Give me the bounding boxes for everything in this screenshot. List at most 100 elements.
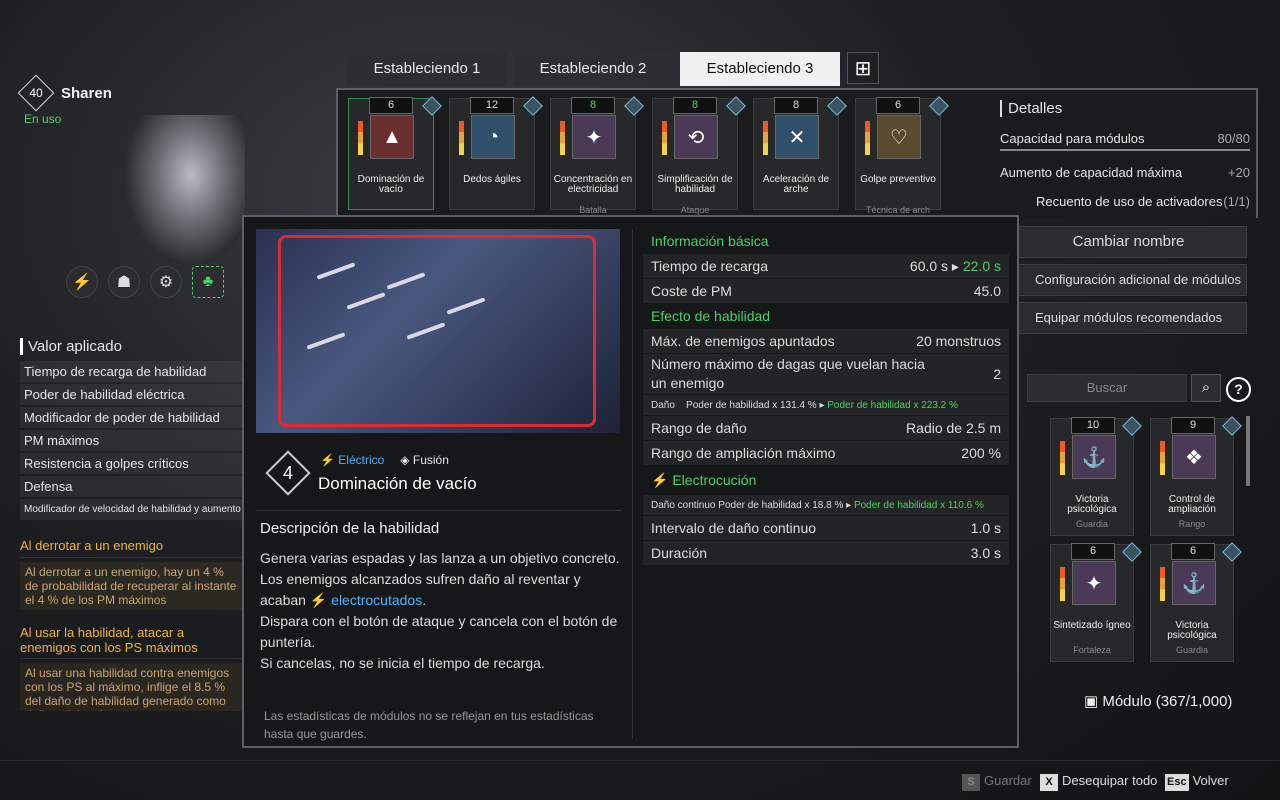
search-icon[interactable]: ⌕ xyxy=(1191,374,1221,402)
save-button[interactable]: S Guardar xyxy=(962,773,1032,791)
capacity-label: Capacidad para módulos xyxy=(1000,131,1145,146)
tier-bar xyxy=(560,121,565,155)
save-note: Las estadísticas de módulos no se reflej… xyxy=(264,709,594,741)
help-icon[interactable]: ? xyxy=(1226,377,1251,402)
type-tag: ◈ Fusión xyxy=(400,453,449,467)
module-cost: 6 xyxy=(876,97,920,114)
inventory-module-card[interactable]: 6 ✦ Sintetizado ígneo Fortaleza xyxy=(1050,542,1142,662)
desc-line: Genera varias espadas y las lanza a un o… xyxy=(260,550,620,566)
module-category: Guardia xyxy=(1175,645,1209,655)
stat-mp-cost: Coste de PM 45.0 xyxy=(643,279,1009,303)
capacity-value: 80/80 xyxy=(1217,131,1250,146)
on-skill-title: Al usar la habilidad, atacar a enemigos … xyxy=(20,625,242,659)
activator-label: Recuento de uso de activadores xyxy=(1036,194,1223,209)
details-panel: Detalles Capacidad para módulos 80/80 Aum… xyxy=(1000,100,1250,209)
element-text: Eléctrico xyxy=(338,453,385,467)
socket-gem-icon xyxy=(1222,416,1242,436)
beast-icon[interactable]: ☗ xyxy=(108,266,140,298)
unequip-all-button[interactable]: X Desequipar todo xyxy=(1040,773,1157,791)
on-defeat-title: Al derrotar a un enemigo xyxy=(20,538,242,558)
stat-dot: Daño continuo Poder de habilidad x 18.8 … xyxy=(643,495,1009,515)
activator-value: (1/1) xyxy=(1223,194,1250,209)
tier-bar xyxy=(459,121,464,155)
back-label: Volver xyxy=(1192,773,1229,788)
stat-label: Duración xyxy=(651,545,708,561)
level-badge: 40 xyxy=(17,74,55,112)
module-card[interactable]: 8 ✦ Concentración en electricidad Batall… xyxy=(550,96,644,215)
module-category: Batalla xyxy=(579,205,607,215)
desc-line: Dispara con el botón de ataque y cancela… xyxy=(260,613,618,650)
tab-setting-2[interactable]: Estableciendo 2 xyxy=(513,52,673,86)
module-card[interactable]: 8 ✕ Aceleración de arche xyxy=(753,96,847,210)
stat-targets: Máx. de enemigos apuntados 20 monstruos xyxy=(643,329,1009,353)
lightning-off-icon[interactable]: ⚡ xyxy=(66,266,98,298)
character-name: Sharen xyxy=(61,85,112,102)
module-category: Guardia xyxy=(1075,519,1109,529)
bolt-icon: ⚡ xyxy=(309,592,328,608)
module-image: ⚓ xyxy=(1172,561,1216,605)
module-card[interactable]: 12 ◔ Dedos ágiles xyxy=(449,96,543,210)
tree-icon[interactable]: ♣ xyxy=(192,266,224,298)
module-name: Victoria psicológica xyxy=(1167,620,1217,641)
module-name: Sintetizado ígneo xyxy=(1053,620,1131,631)
stat-row: Modificador de poder de habilidad xyxy=(20,407,242,428)
tab-setting-1[interactable]: Estableciendo 1 xyxy=(347,52,507,86)
skill-stats: Información básica Tiempo de recarga 60.0… xyxy=(643,229,1009,566)
tier-bar xyxy=(358,121,363,155)
module-count-text: Módulo (367/1,000) xyxy=(1102,693,1233,710)
chest-icon: ▣ xyxy=(1084,693,1103,710)
module-tags: ⚡ Eléctrico ◈ Fusión xyxy=(320,453,449,467)
key-hint: Esc xyxy=(1165,774,1189,791)
stat-row: Modificador de velocidad de habilidad y … xyxy=(20,499,242,520)
module-tooltip: 4 ⚡ Eléctrico ◈ Fusión Dominación de vac… xyxy=(242,215,1019,748)
stat-amp-range: Rango de ampliación máximo 200 % xyxy=(643,441,1009,465)
recommended-modules-button[interactable]: Equipar módulos recomendados xyxy=(1010,302,1247,334)
bolt-helmet-icon[interactable]: ⚙ xyxy=(150,266,182,298)
stat-label: Coste de PM xyxy=(651,283,732,299)
popup-title: Dominación de vacío xyxy=(318,474,477,493)
module-category: Fortaleza xyxy=(1073,645,1111,655)
tier-bar xyxy=(1160,567,1165,601)
module-image: ⟲ xyxy=(674,115,718,159)
tab-setting-3[interactable]: Estableciendo 3 xyxy=(680,52,840,86)
inventory-module-card[interactable]: 6 ⚓ Victoria psicológica Guardia xyxy=(1150,542,1242,662)
character-portrait xyxy=(125,115,245,265)
electrocuted-keyword[interactable]: electrocutados xyxy=(331,592,422,608)
grid-plus-icon: ⊞ xyxy=(854,57,872,80)
desc-line: Si cancelas, no se inicia el tiempo de r… xyxy=(260,655,545,671)
save-label: Guardar xyxy=(984,773,1032,788)
module-cost: 6 xyxy=(369,97,413,114)
add-setting-button[interactable]: ⊞ xyxy=(847,52,879,84)
module-card[interactable]: 8 ⟲ Simplificación de habilidad Ataque xyxy=(652,96,746,215)
skill-preview-image xyxy=(256,229,620,433)
module-card[interactable]: 6 ▲ Dominación de vacío xyxy=(348,96,442,210)
module-cost: 9 xyxy=(1171,417,1215,434)
electrocution-header: ⚡ Electrocución xyxy=(643,466,1009,494)
extra-config-button[interactable]: Configuración adicional de módulos xyxy=(1010,264,1247,296)
stat-interval: Intervalo de daño continuo 1.0 s xyxy=(643,516,1009,540)
inventory-module-card[interactable]: 9 ❖ Control de ampliación Rango xyxy=(1150,416,1242,536)
description-title: Descripción de la habilidad xyxy=(260,520,440,537)
rename-button[interactable]: Cambiar nombre xyxy=(1010,226,1247,258)
inventory-module-card[interactable]: 10 ⚓ Victoria psicológica Guardia xyxy=(1050,416,1142,536)
stat-label: Intervalo de daño continuo xyxy=(651,520,817,536)
search-input[interactable]: Buscar xyxy=(1027,374,1187,402)
stat-label: Número máximo de dagas que vuelan hacia … xyxy=(651,356,925,391)
electrocution-title: Electrocución xyxy=(672,471,757,488)
basic-info-header: Información básica xyxy=(651,233,769,249)
module-cost: 6 xyxy=(1071,543,1115,560)
module-name: Simplificación de habilidad xyxy=(657,174,733,195)
module-name: Aceleración de arche xyxy=(762,174,830,195)
module-card[interactable]: 6 ♡ Golpe preventivo Técnica de arch xyxy=(855,96,949,215)
stat-row: Resistencia a golpes críticos xyxy=(20,453,242,474)
stat-row: PM máximos xyxy=(20,430,242,451)
stat-new: 22.0 s xyxy=(962,257,1001,274)
divider xyxy=(256,510,622,511)
stat-label: Tiempo de recarga xyxy=(651,258,768,274)
back-button[interactable]: Esc Volver xyxy=(1165,773,1229,791)
socket-gem-icon xyxy=(1122,416,1142,436)
level-value: 40 xyxy=(29,86,43,100)
module-image: ❖ xyxy=(1172,435,1216,479)
stat-value: 20 monstruos xyxy=(916,333,1001,349)
inventory-scrollbar[interactable] xyxy=(1246,416,1250,486)
